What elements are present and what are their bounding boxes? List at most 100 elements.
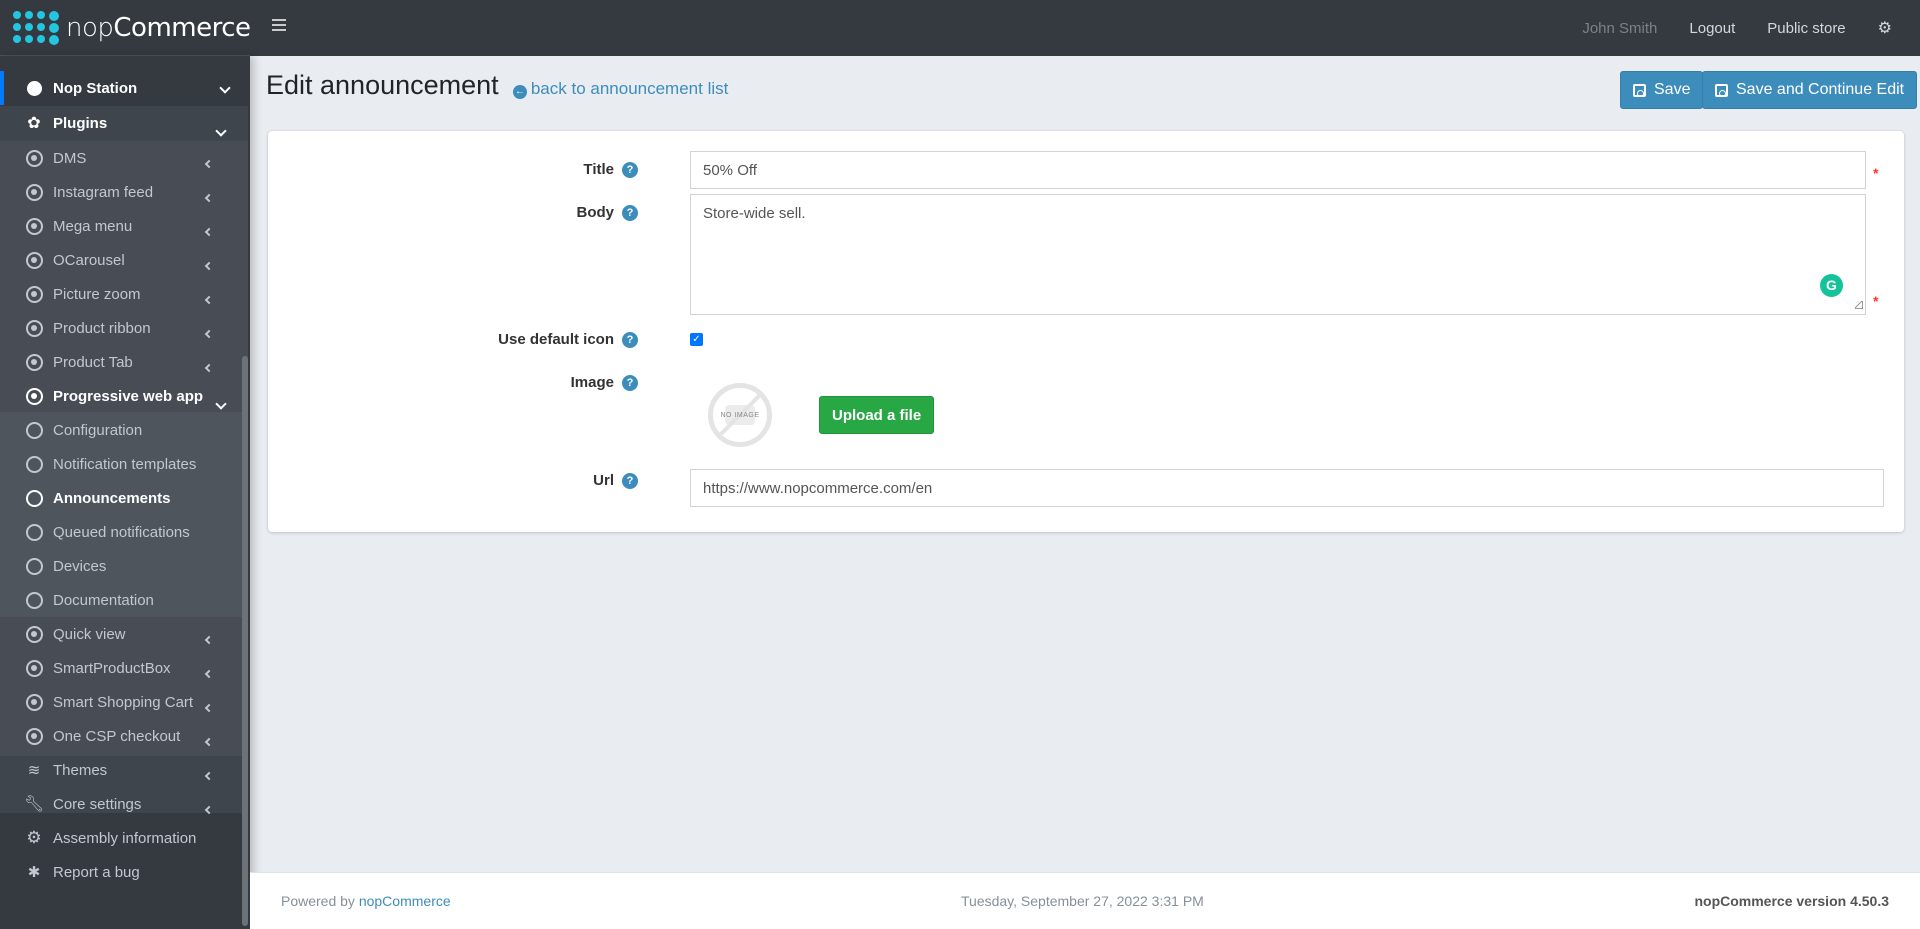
chevron-left-icon <box>204 666 214 680</box>
sidebar-item-picture-zoom[interactable]: Picture zoom <box>0 277 248 311</box>
dot-circle-icon <box>25 625 43 643</box>
user-name: John Smith <box>1582 19 1658 37</box>
sidebar-item-mega-menu[interactable]: Mega menu <box>0 209 248 243</box>
body-textarea[interactable]: Store-wide sell. <box>690 194 1866 315</box>
sidebar-item-label: Picture zoom <box>53 285 141 303</box>
chevron-left-icon <box>204 224 214 238</box>
sidebar-item-product-ribbon[interactable]: Product ribbon <box>0 311 248 345</box>
help-icon[interactable]: ? <box>622 204 638 221</box>
no-image-placeholder: NO IMAGE <box>708 383 772 447</box>
sidebar-item-label: One CSP checkout <box>53 727 181 745</box>
back-link-label: back to announcement list <box>530 79 729 98</box>
sidebar-item-one-csp-checkout[interactable]: One CSP checkout <box>0 719 248 753</box>
back-to-list-link[interactable]: ← back to announcement list <box>512 79 729 99</box>
chevron-left-icon <box>204 258 214 272</box>
resize-handle[interactable] <box>1855 301 1863 309</box>
sidebar-item-label: DMS <box>53 149 87 167</box>
sidebar-item-devices[interactable]: Devices <box>0 549 248 583</box>
circle-icon <box>25 455 43 473</box>
sidebar-item-nop-station[interactable]: Nop Station <box>0 71 248 105</box>
sidebar-item-instagram-feed[interactable]: Instagram feed <box>0 175 248 209</box>
chevron-left-icon <box>204 768 214 782</box>
dot-circle-icon <box>25 183 43 201</box>
dot-circle-icon <box>25 353 43 371</box>
logout-link[interactable]: Logout <box>1689 20 1735 37</box>
chevron-left-icon <box>204 802 214 816</box>
sidebar-item-label: Queued notifications <box>53 523 190 541</box>
cogs-icon[interactable]: ⚙ <box>1878 18 1892 38</box>
sidebar-item-label: Devices <box>53 557 107 575</box>
sidebar-item-label: Themes <box>53 761 108 779</box>
title-label: Title? <box>583 161 638 178</box>
sidebar-item-announcements[interactable]: Announcements <box>0 481 248 515</box>
arrow-circle-left-icon: ← <box>512 85 527 99</box>
sidebar-item-label: Nop Station <box>53 79 138 97</box>
sidebar-item-label: Notification templates <box>53 455 197 473</box>
sidebar-item-configuration[interactable]: Configuration <box>0 413 248 447</box>
sidebar-item-label: Smart Shopping Cart <box>53 693 194 711</box>
sidebar-item-label: Configuration <box>53 421 143 439</box>
sidebar-item-notification-templates[interactable]: Notification templates <box>0 447 248 481</box>
circle-icon <box>25 523 43 541</box>
circle-icon <box>25 421 43 439</box>
sidebar-item-core-settings[interactable]: 🔧︎ Core settings <box>0 787 248 821</box>
save-button-label: Save <box>1654 81 1691 98</box>
sidebar-item-assembly-information[interactable]: ⚙ Assembly information <box>0 821 248 855</box>
sidebar-item-label: Instagram feed <box>53 183 154 201</box>
url-input[interactable]: https://www.nopcommerce.com/en <box>690 469 1884 507</box>
sidebar-item-label: Announcements <box>53 489 171 507</box>
dot-circle-icon <box>25 659 43 677</box>
public-store-link[interactable]: Public store <box>1767 20 1845 37</box>
sidebar-item-ocarousel[interactable]: OCarousel <box>0 243 248 277</box>
chevron-left-icon <box>204 632 214 646</box>
dot-circle-icon <box>25 251 43 269</box>
logo[interactable]: nopCommerce <box>0 0 251 56</box>
help-icon[interactable]: ? <box>622 161 638 178</box>
dot-circle-icon <box>25 285 43 303</box>
no-image-text: NO IMAGE <box>720 411 760 419</box>
sidebar-item-label: Report a bug <box>53 863 140 881</box>
save-continue-button[interactable]: Save and Continue Edit <box>1702 71 1918 109</box>
title-input[interactable]: 50% Off <box>690 151 1866 189</box>
help-icon[interactable]: ? <box>622 331 638 348</box>
save-continue-button-label: Save and Continue Edit <box>1736 81 1905 98</box>
help-icon[interactable]: ? <box>622 472 638 489</box>
dot-circle-icon <box>25 319 43 337</box>
sidebar-item-label: Product ribbon <box>53 319 151 337</box>
chevron-left-icon <box>204 700 214 714</box>
sidebar-item-quick-view[interactable]: Quick view <box>0 617 248 651</box>
sidebar-item-label: Product Tab <box>53 353 133 371</box>
sidebar-item-report-a-bug[interactable]: ✱ Report a bug <box>0 855 248 889</box>
footer: Powered by nopCommerce Tuesday, Septembe… <box>250 872 1920 929</box>
sidebar-item-queued-notifications[interactable]: Queued notifications <box>0 515 248 549</box>
sidebar-item-plugins[interactable]: ✿ Plugins <box>0 106 248 140</box>
sidebar-item-dms[interactable]: DMS <box>0 141 248 175</box>
menu-toggle-icon[interactable] <box>272 19 286 33</box>
content-header: Edit announcement ← back to announcement … <box>266 70 728 101</box>
url-label: Url? <box>593 472 638 489</box>
nopcommerce-link[interactable]: nopCommerce <box>359 893 451 909</box>
powered-by: Powered by nopCommerce <box>281 893 451 909</box>
help-icon[interactable]: ? <box>622 374 638 391</box>
required-marker: * <box>1873 165 1879 181</box>
sidebar-item-progressive-web-app[interactable]: Progressive web app <box>0 379 248 413</box>
chevron-left-icon <box>204 326 214 340</box>
use-default-icon-checkbox[interactable]: ✓ <box>690 333 703 346</box>
sidebar-item-themes[interactable]: ≋ Themes <box>0 753 248 787</box>
sidebar-item-product-tab[interactable]: Product Tab <box>0 345 248 379</box>
sidebar: Nop Station ✿ Plugins DMS Instagram feed… <box>0 56 250 929</box>
dot-circle-icon <box>25 217 43 235</box>
body-label: Body? <box>577 204 638 221</box>
sidebar-item-label: Documentation <box>53 591 154 609</box>
page-title: Edit announcement <box>266 70 499 100</box>
save-button[interactable]: Save <box>1620 71 1704 109</box>
grammarly-icon[interactable]: G <box>1820 274 1843 297</box>
sidebar-item-smartproductbox[interactable]: SmartProductBox <box>0 651 248 685</box>
sidebar-item-label: Plugins <box>53 114 108 132</box>
upload-file-button[interactable]: Upload a file <box>819 396 935 434</box>
nop-station-icon <box>25 79 43 97</box>
sidebar-item-label: Core settings <box>53 795 142 813</box>
sidebar-scrollbar[interactable] <box>242 356 248 926</box>
sidebar-item-smart-shopping-cart[interactable]: Smart Shopping Cart <box>0 685 248 719</box>
sidebar-item-documentation[interactable]: Documentation <box>0 583 248 617</box>
